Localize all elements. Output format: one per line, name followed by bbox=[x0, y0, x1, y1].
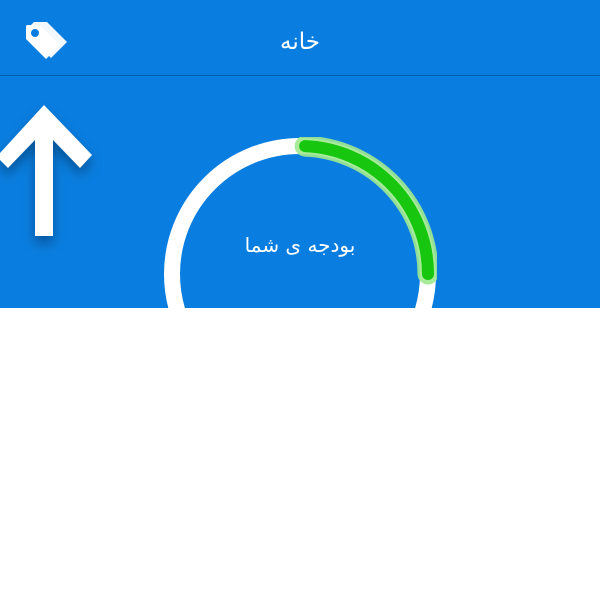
budget-label: بودجه ی شما bbox=[244, 233, 356, 257]
screenshot: خانه بودجه ی شما bbox=[0, 0, 600, 600]
top-bar: خانه bbox=[0, 0, 600, 76]
budget-progress-ring bbox=[164, 137, 437, 308]
page-title: خانه bbox=[280, 29, 320, 55]
app-panel: خانه بودجه ی شما bbox=[0, 0, 600, 308]
up-arrow-icon bbox=[0, 105, 92, 236]
